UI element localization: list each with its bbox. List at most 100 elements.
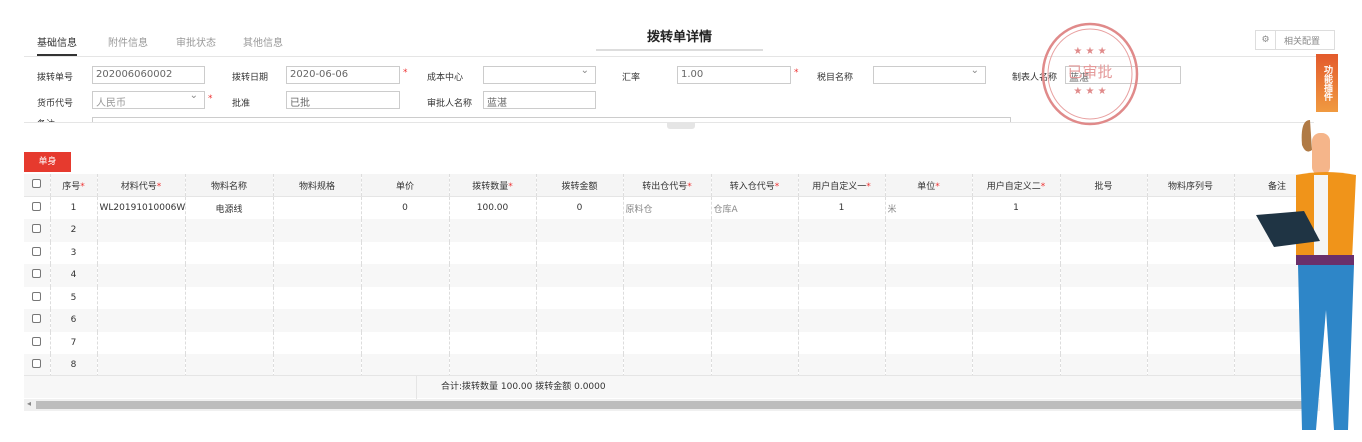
table-row[interactable]: 7 (24, 331, 1321, 354)
table-cell[interactable] (536, 331, 624, 354)
cost-center-select[interactable] (483, 65, 596, 84)
row-checkbox[interactable] (24, 241, 51, 264)
table-row[interactable]: 8 (24, 354, 1321, 377)
table-cell[interactable] (623, 219, 712, 242)
column-header[interactable]: 用户自定义一* (798, 174, 886, 197)
table-cell[interactable] (1060, 286, 1148, 309)
table-cell[interactable] (449, 354, 537, 377)
table-cell[interactable] (1147, 331, 1235, 354)
table-cell[interactable] (449, 264, 537, 287)
table-cell[interactable] (449, 241, 537, 264)
table-cell[interactable]: 100.00 (449, 196, 537, 219)
table-cell[interactable] (885, 331, 973, 354)
row-checkbox[interactable] (24, 331, 51, 354)
table-cell[interactable] (1147, 241, 1235, 264)
table-cell[interactable]: 8 (50, 354, 98, 377)
table-cell[interactable] (1060, 196, 1148, 219)
table-cell[interactable] (361, 241, 450, 264)
table-cell[interactable]: 0 (536, 196, 624, 219)
table-cell[interactable] (1060, 264, 1148, 287)
column-header[interactable]: 单价 (361, 174, 450, 197)
table-cell[interactable] (1147, 354, 1235, 377)
tab-approval-status[interactable]: 审批状态 (176, 34, 216, 49)
table-cell[interactable] (623, 241, 712, 264)
row-checkbox[interactable] (24, 286, 51, 309)
table-cell[interactable] (273, 264, 362, 287)
table-cell[interactable] (273, 354, 362, 377)
transfer-no-input[interactable]: 202006060002 (92, 66, 205, 84)
table-cell[interactable] (273, 196, 362, 219)
table-cell[interactable]: 1 (972, 196, 1061, 219)
column-header[interactable]: 物料名称 (185, 174, 274, 197)
table-cell[interactable]: 5 (50, 286, 98, 309)
table-cell[interactable] (798, 286, 886, 309)
tab-attachments[interactable]: 附件信息 (108, 34, 148, 49)
table-cell[interactable] (798, 354, 886, 377)
table-cell[interactable] (449, 331, 537, 354)
table-cell[interactable] (711, 354, 799, 377)
column-header[interactable]: 单位* (885, 174, 973, 197)
approver-input[interactable]: 蓝湛 (483, 91, 596, 109)
table-cell[interactable]: 原料仓 (623, 196, 712, 219)
table-cell[interactable] (623, 264, 712, 287)
table-cell[interactable] (97, 219, 186, 242)
table-cell[interactable]: 1 (50, 196, 98, 219)
table-row[interactable]: 3 (24, 241, 1321, 264)
row-checkbox[interactable] (24, 264, 51, 287)
table-cell[interactable] (972, 286, 1061, 309)
config-button[interactable]: ⚙ 相关配置 (1255, 30, 1335, 50)
column-header[interactable]: 拨转金额 (536, 174, 624, 197)
horizontal-scrollbar[interactable]: ◂▸ (24, 399, 1320, 411)
table-cell[interactable] (1147, 309, 1235, 332)
tab-other-info[interactable]: 其他信息 (243, 34, 283, 49)
table-cell[interactable]: 仓库A (711, 196, 799, 219)
table-cell[interactable] (1147, 196, 1235, 219)
table-cell[interactable] (885, 286, 973, 309)
table-row[interactable]: 4 (24, 264, 1321, 287)
table-cell[interactable] (972, 354, 1061, 377)
table-cell[interactable] (1060, 241, 1148, 264)
table-cell[interactable] (711, 309, 799, 332)
plugin-button[interactable]: 功能插件 (1316, 54, 1338, 112)
table-cell[interactable] (711, 264, 799, 287)
table-cell[interactable] (885, 219, 973, 242)
row-checkbox[interactable] (24, 354, 51, 377)
table-cell[interactable] (361, 286, 450, 309)
table-cell[interactable]: 3 (50, 241, 98, 264)
table-cell[interactable] (185, 354, 274, 377)
table-cell[interactable] (972, 331, 1061, 354)
table-cell[interactable]: 6 (50, 309, 98, 332)
row-checkbox[interactable] (24, 309, 51, 332)
scroll-left-icon[interactable]: ◂ (27, 399, 31, 408)
table-cell[interactable]: WL20191010006WL (97, 196, 186, 219)
table-cell[interactable] (185, 241, 274, 264)
table-cell[interactable]: 1 (798, 196, 886, 219)
column-header[interactable]: 拨转数量* (449, 174, 537, 197)
table-cell[interactable]: 0 (361, 196, 450, 219)
table-cell[interactable] (711, 241, 799, 264)
table-cell[interactable] (536, 264, 624, 287)
row-checkbox[interactable] (24, 219, 51, 242)
table-cell[interactable] (97, 309, 186, 332)
table-cell[interactable]: 4 (50, 264, 98, 287)
table-cell[interactable] (972, 264, 1061, 287)
table-cell[interactable]: 米 (885, 196, 973, 219)
table-cell[interactable] (798, 309, 886, 332)
table-cell[interactable] (623, 354, 712, 377)
table-cell[interactable] (1147, 219, 1235, 242)
column-header[interactable]: 物料序列号 (1147, 174, 1235, 197)
collapse-toggle[interactable] (667, 123, 695, 129)
table-cell[interactable] (1060, 354, 1148, 377)
column-header[interactable]: 用户自定义二* (972, 174, 1061, 197)
table-cell[interactable] (97, 331, 186, 354)
table-row[interactable]: 5 (24, 286, 1321, 309)
table-cell[interactable] (1147, 264, 1235, 287)
table-cell[interactable] (972, 219, 1061, 242)
table-cell[interactable] (449, 309, 537, 332)
table-cell[interactable] (623, 286, 712, 309)
column-header[interactable]: 序号* (50, 174, 98, 197)
table-cell[interactable] (449, 219, 537, 242)
table-cell[interactable] (97, 286, 186, 309)
table-cell[interactable] (1060, 219, 1148, 242)
table-cell[interactable] (273, 219, 362, 242)
